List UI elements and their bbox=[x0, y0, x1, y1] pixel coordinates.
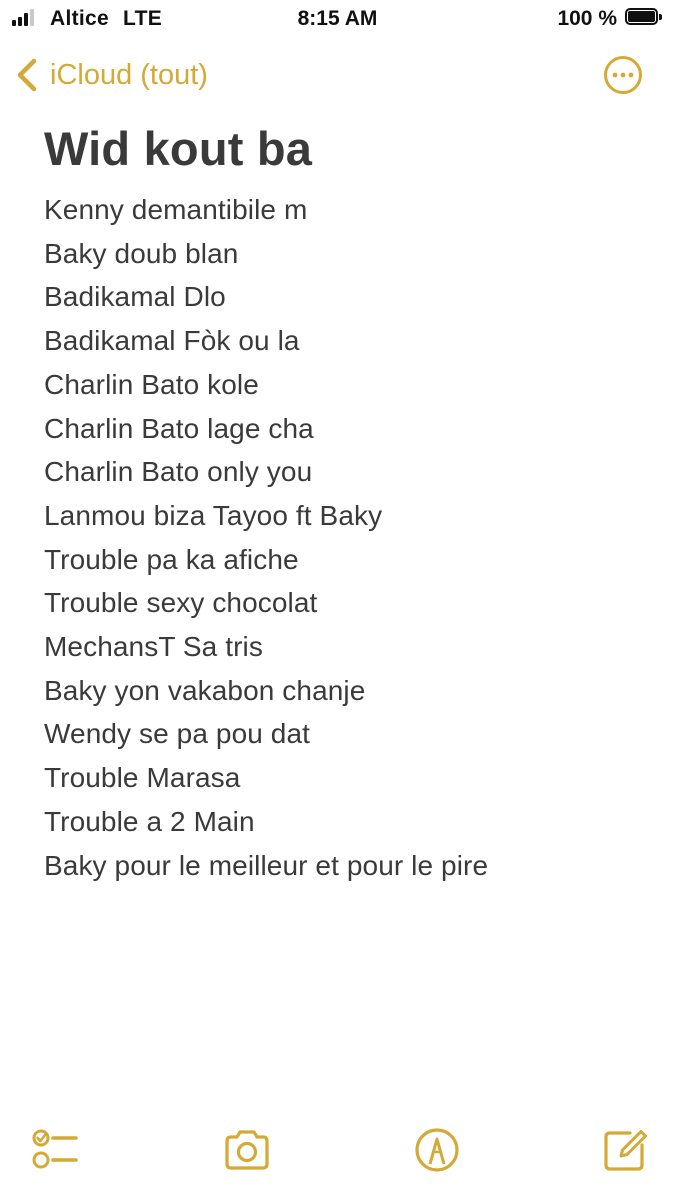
note-line: Trouble a 2 Main bbox=[44, 805, 255, 837]
battery-icon bbox=[625, 8, 662, 27]
note-line: Trouble pa ka afiche bbox=[44, 543, 299, 575]
compose-icon bbox=[604, 1130, 647, 1171]
bottom-toolbar bbox=[0, 1120, 675, 1200]
note-line: Trouble Marasa bbox=[44, 762, 241, 794]
camera-icon bbox=[225, 1130, 269, 1170]
note-line: Kenny demantibile m bbox=[44, 194, 308, 225]
chevron-left-icon bbox=[17, 58, 37, 92]
note-line: Lanmou biza Tayoo ft Baky bbox=[44, 499, 383, 531]
checklist-icon bbox=[32, 1129, 78, 1169]
markup-pen-icon bbox=[415, 1128, 459, 1172]
battery-percentage: 100 % bbox=[557, 7, 617, 30]
back-button[interactable]: iCloud (tout) bbox=[14, 56, 208, 94]
note-body[interactable]: Wid kout ba Kenny demantibile m Baky dou… bbox=[44, 118, 655, 887]
notes-screen: Altice LTE 8:15 AM 100 % iCloud (tout) Wi… bbox=[0, 0, 675, 1200]
ellipsis-circle-icon bbox=[604, 56, 642, 94]
note-line: Badikamal Fòk ou la bbox=[44, 325, 300, 357]
markup-button[interactable] bbox=[412, 1125, 462, 1175]
note-line: Charlin Bato only you bbox=[44, 456, 313, 488]
note-lines: Kenny demantibile m Baky doub blan Badik… bbox=[44, 188, 655, 887]
note-line: Baky yon vakabon chanje bbox=[44, 674, 366, 706]
note-line: Charlin Bato kole bbox=[44, 368, 259, 400]
camera-button[interactable] bbox=[222, 1125, 272, 1175]
note-title: Wid kout ba bbox=[44, 122, 313, 175]
note-line: Baky pour le meilleur et pour le pire bbox=[44, 849, 489, 881]
more-options-button[interactable] bbox=[603, 55, 643, 95]
back-button-label: iCloud (tout) bbox=[50, 58, 208, 91]
compose-button[interactable] bbox=[600, 1125, 650, 1175]
note-line: Trouble sexy chocolat bbox=[44, 587, 318, 619]
note-line: MechansT Sa tris bbox=[44, 631, 263, 663]
note-line: Baky doub blan bbox=[44, 237, 239, 269]
note-line: Wendy se pa pou dat bbox=[44, 718, 311, 750]
checklist-button[interactable] bbox=[30, 1125, 80, 1175]
status-bar: Altice LTE 8:15 AM 100 % bbox=[0, 0, 675, 40]
note-line: Charlin Bato lage cha bbox=[44, 412, 314, 444]
note-line: Badikamal Dlo bbox=[44, 281, 226, 313]
